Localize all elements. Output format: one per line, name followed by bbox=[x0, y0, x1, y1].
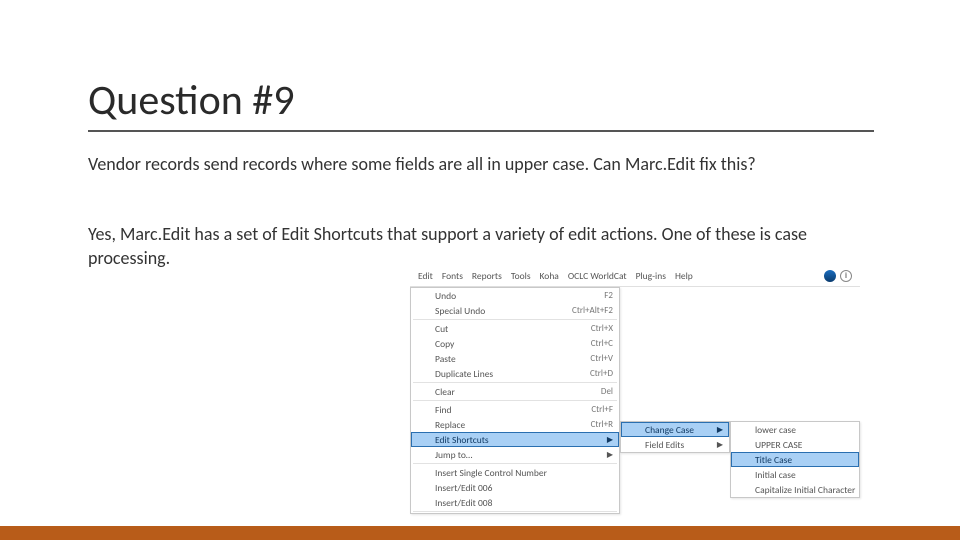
app-screenshot: Edit Fonts Reports Tools Koha OCLC World… bbox=[410, 266, 860, 287]
submenu-item-field-edits[interactable]: Field Edits▶ bbox=[621, 437, 729, 452]
menubar-item-plugins[interactable]: Plug-ins bbox=[636, 270, 666, 282]
menu-item-cut[interactable]: CutCtrl+X bbox=[411, 321, 619, 336]
menubar-item-reports[interactable]: Reports bbox=[472, 270, 502, 282]
menubar: Edit Fonts Reports Tools Koha OCLC World… bbox=[410, 266, 860, 287]
globe-icon[interactable] bbox=[824, 270, 836, 282]
case-option-lower[interactable]: lower case bbox=[731, 422, 859, 437]
slide: Question #9 Vendor records send records … bbox=[0, 0, 960, 540]
submenu-arrow-icon: ▶ bbox=[717, 425, 723, 435]
menubar-item-fonts[interactable]: Fonts bbox=[442, 270, 463, 282]
menubar-item-help[interactable]: Help bbox=[675, 270, 693, 282]
edit-menu: UndoF2 Special UndoCtrl+Alt+F2 CutCtrl+X… bbox=[410, 287, 620, 514]
case-option-cap-initial[interactable]: Capitalize Initial Character bbox=[731, 482, 859, 497]
menu-item-find[interactable]: FindCtrl+F bbox=[411, 402, 619, 417]
menu-item-edit-shortcuts[interactable]: Edit Shortcuts▶ bbox=[411, 432, 619, 447]
submenu-item-change-case[interactable]: Change Case▶ bbox=[621, 422, 729, 437]
submenu-arrow-icon: ▶ bbox=[717, 440, 723, 450]
menu-item-clear[interactable]: ClearDel bbox=[411, 384, 619, 399]
change-case-submenu: lower case UPPER CASE Title Case Initial… bbox=[730, 421, 860, 498]
question-text: Vendor records send records where some f… bbox=[88, 152, 874, 176]
menu-separator bbox=[413, 319, 617, 320]
case-option-upper[interactable]: UPPER CASE bbox=[731, 437, 859, 452]
menu-separator bbox=[413, 511, 617, 512]
case-option-title[interactable]: Title Case bbox=[731, 452, 859, 467]
menu-item-special-undo[interactable]: Special UndoCtrl+Alt+F2 bbox=[411, 303, 619, 318]
menu-item-insert-008[interactable]: Insert/Edit 008 bbox=[411, 495, 619, 510]
case-option-initial[interactable]: Initial case bbox=[731, 467, 859, 482]
edit-shortcuts-submenu: Change Case▶ Field Edits▶ bbox=[620, 421, 730, 453]
slide-title: Question #9 bbox=[88, 75, 295, 126]
menubar-item-oclc[interactable]: OCLC WorldCat bbox=[568, 270, 627, 282]
submenu-arrow-icon: ▶ bbox=[607, 435, 613, 445]
menu-item-paste[interactable]: PasteCtrl+V bbox=[411, 351, 619, 366]
title-underline bbox=[88, 130, 874, 132]
menu-item-duplicate[interactable]: Duplicate LinesCtrl+D bbox=[411, 366, 619, 381]
answer-text: Yes, Marc.Edit has a set of Edit Shortcu… bbox=[88, 222, 874, 271]
menubar-item-koha[interactable]: Koha bbox=[540, 270, 559, 282]
menu-separator bbox=[413, 382, 617, 383]
menu-separator bbox=[413, 463, 617, 464]
menu-item-jump-to[interactable]: Jump to…▶ bbox=[411, 447, 619, 462]
info-icon[interactable]: i bbox=[840, 270, 852, 282]
menu-item-insert-006[interactable]: Insert/Edit 006 bbox=[411, 480, 619, 495]
menu-item-undo[interactable]: UndoF2 bbox=[411, 288, 619, 303]
menu-item-copy[interactable]: CopyCtrl+C bbox=[411, 336, 619, 351]
menu-item-replace[interactable]: ReplaceCtrl+R bbox=[411, 417, 619, 432]
menubar-item-tools[interactable]: Tools bbox=[511, 270, 531, 282]
submenu-arrow-icon: ▶ bbox=[607, 450, 613, 460]
footer-accent-bar bbox=[0, 526, 960, 540]
menu-item-insert-control-number[interactable]: Insert Single Control Number bbox=[411, 465, 619, 480]
menu-separator bbox=[413, 400, 617, 401]
menubar-item-edit[interactable]: Edit bbox=[418, 270, 433, 282]
